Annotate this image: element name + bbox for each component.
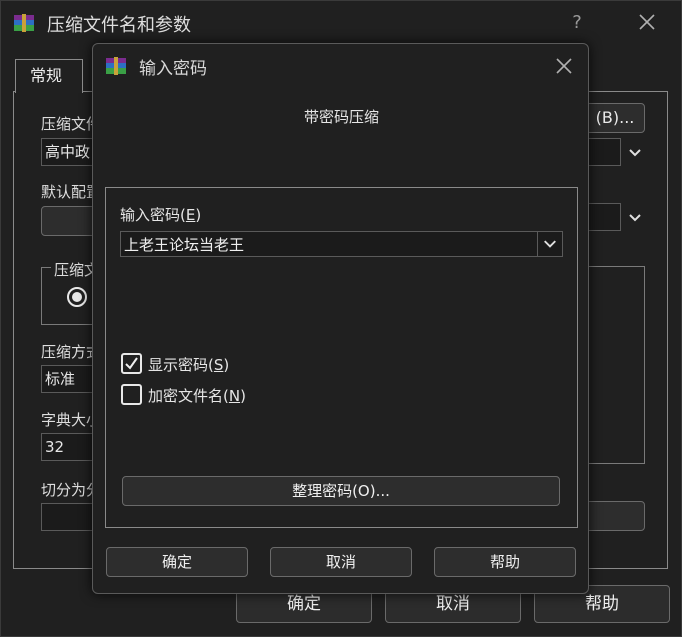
set-password-button[interactable] xyxy=(585,501,645,531)
help-button[interactable]: 帮助 xyxy=(434,547,576,577)
ok-button[interactable]: 确定 xyxy=(106,547,248,577)
checkbox-box[interactable] xyxy=(121,353,142,374)
update-mode-combo[interactable] xyxy=(585,203,621,231)
close-icon[interactable] xyxy=(549,52,579,80)
check-icon xyxy=(125,357,138,370)
password-combo[interactable] xyxy=(120,231,563,257)
password-label: 输入密码(E) xyxy=(120,206,202,224)
window-title: 压缩文件名和参数 xyxy=(47,15,191,36)
encrypt-filenames-label: 加密文件名(N) xyxy=(148,387,246,405)
chevron-down-icon[interactable] xyxy=(537,232,562,256)
dialog-heading: 带密码压缩 xyxy=(303,108,379,126)
show-password-label: 显示密码(S) xyxy=(148,356,230,374)
chevron-down-icon[interactable] xyxy=(625,206,645,230)
cancel-button[interactable]: 取消 xyxy=(270,547,412,577)
archive-name-field-tail[interactable] xyxy=(585,138,621,166)
browse-button[interactable]: (B)... xyxy=(585,103,645,133)
winrar-icon xyxy=(106,57,126,75)
close-icon[interactable] xyxy=(631,9,663,37)
winrar-icon xyxy=(14,14,34,32)
titlebar: 压缩文件名和参数 ? xyxy=(1,1,681,45)
tab-general[interactable]: 常规 xyxy=(15,59,83,93)
help-icon[interactable]: ? xyxy=(565,9,589,37)
chevron-down-icon[interactable] xyxy=(625,141,645,165)
dialog-title: 输入密码 xyxy=(139,59,207,79)
options-group xyxy=(585,266,645,464)
organize-passwords-button[interactable]: 整理密码(O)... xyxy=(122,476,560,506)
enter-password-dialog: 输入密码 带密码压缩 输入密码(E) 显示密码(S) 加密文件名(N) 整理密码… xyxy=(92,43,589,594)
password-input[interactable] xyxy=(121,232,537,256)
format-radio[interactable] xyxy=(67,287,87,307)
checkbox-box[interactable] xyxy=(121,384,142,405)
